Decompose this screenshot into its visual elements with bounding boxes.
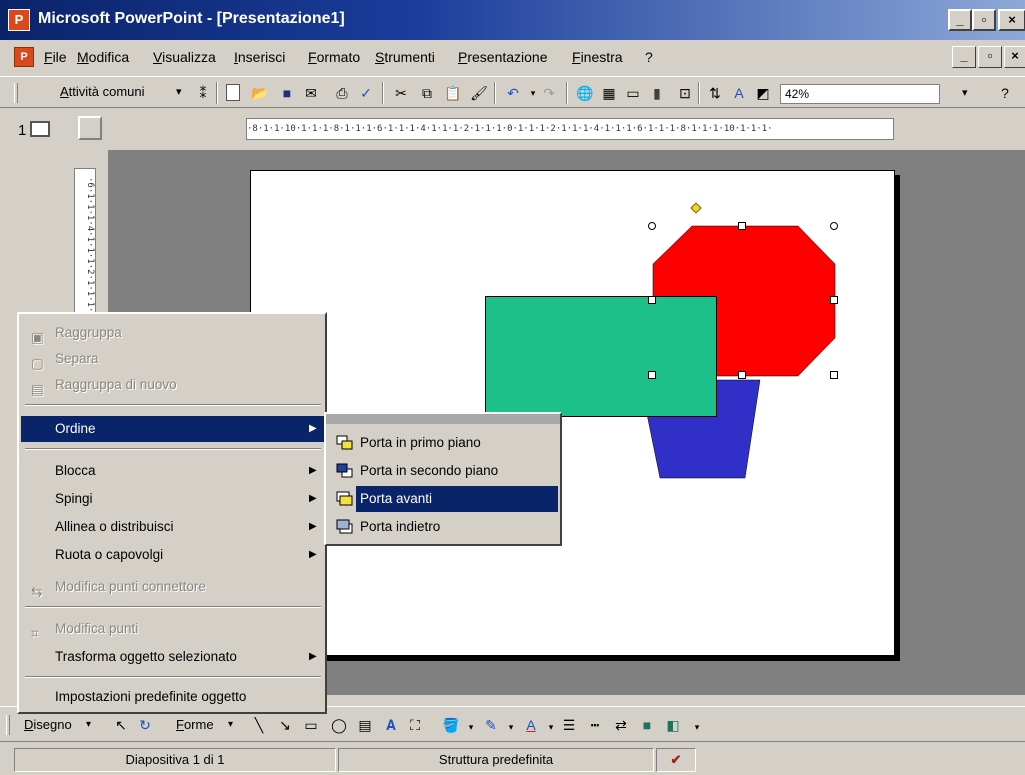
selection-handle[interactable] (648, 222, 656, 230)
menu-item-blocca[interactable]: Blocca ▶ (23, 458, 323, 484)
select-objects-icon[interactable]: ↖ (112, 716, 130, 734)
send-to-back-icon (336, 463, 353, 478)
menu-item-modifica-punti-connettore: ⇆ Modifica punti connettore (31, 579, 206, 599)
connector-points-icon: ⇆ (31, 584, 43, 599)
ungroup-icon: ▢ (31, 356, 44, 371)
chevron-down-icon: ▾ (86, 719, 92, 730)
selection-handle[interactable] (738, 222, 746, 230)
submenu-arrow-icon: ▶ (309, 651, 317, 662)
selection-handle[interactable] (830, 296, 838, 304)
menu-item-modifica-punti: ⌗ Modifica punti (31, 621, 139, 641)
shadow-icon[interactable]: ■ (638, 716, 656, 734)
highlight-bar: Porta avanti (356, 486, 558, 512)
arrow-style-icon[interactable]: ⇄ (612, 716, 630, 734)
submenu-arrow-icon: ▶ (309, 549, 317, 560)
fill-color-dropdown-icon[interactable]: ▾ (462, 718, 480, 736)
menu-item-trasforma[interactable]: Trasforma oggetto selezionato ▶ (23, 644, 323, 670)
more-buttons-icon[interactable]: ▾ (688, 718, 706, 736)
textbox-icon[interactable]: ▤ (356, 716, 374, 734)
selection-handle[interactable] (738, 371, 746, 379)
arrow-icon[interactable]: ↘ (276, 716, 294, 734)
chevron-down-icon: ▾ (228, 719, 234, 730)
send-backward-icon (336, 519, 353, 534)
submenu-arrow-icon: ▶ (309, 521, 317, 532)
menu-item-spingi[interactable]: Spingi ▶ (23, 486, 323, 512)
font-color-dropdown-icon[interactable]: ▾ (542, 718, 560, 736)
menu-separator (25, 676, 321, 678)
menu-item-impostazioni-predefinite[interactable]: Impostazioni predefinite oggetto (23, 684, 323, 710)
font-color-icon[interactable]: A (522, 716, 540, 734)
wordart-icon[interactable]: 𝐀 (382, 716, 400, 734)
menu-item-porta-indietro[interactable]: Porta indietro (330, 514, 558, 540)
design-template-name: Struttura predefinita (338, 748, 654, 772)
powerpoint-window: P Microsoft PowerPoint - [Presentazione1… (0, 0, 1025, 775)
line-icon[interactable]: ╲ (250, 716, 268, 734)
edit-points-icon: ⌗ (31, 626, 39, 641)
dash-style-icon[interactable]: ┅ (586, 716, 604, 734)
menu-item-porta-in-primo-piano[interactable]: Porta in primo piano (330, 430, 558, 456)
submenu-titlebar (326, 414, 560, 424)
selection-handle[interactable] (830, 222, 838, 230)
oval-icon[interactable]: ◯ (330, 716, 348, 734)
ordine-submenu: Porta in primo piano Porta in secondo pi… (324, 412, 562, 546)
free-rotate-icon[interactable]: ↻ (136, 716, 154, 734)
autoshapes-menu-button[interactable]: Forme (176, 717, 214, 732)
line-style-icon[interactable]: ☰ (560, 716, 578, 734)
line-color-icon[interactable]: ✎ (482, 716, 500, 734)
menu-item-ordine[interactable]: Ordine ▶ (21, 416, 325, 442)
menu-item-separa: ▢ Separa (31, 351, 99, 371)
menu-item-allinea[interactable]: Allinea o distribuisci ▶ (23, 514, 323, 540)
menu-separator (25, 404, 321, 406)
menu-item-porta-avanti[interactable]: Porta avanti (330, 486, 558, 512)
submenu-arrow-icon: ▶ (309, 423, 317, 434)
menu-separator (25, 606, 321, 608)
menu-separator (25, 448, 321, 450)
rectangle-icon[interactable]: ▭ (302, 716, 320, 734)
regroup-icon: ▤ (31, 382, 44, 397)
toolbar-grip[interactable] (6, 715, 10, 735)
selection-handle[interactable] (830, 371, 838, 379)
spelling-status-icon[interactable]: ✔ (656, 748, 696, 772)
menu-item-porta-in-secondo-piano[interactable]: Porta in secondo piano (330, 458, 558, 484)
draw-menu-button[interactable]: Disegno (24, 717, 72, 732)
clipart-icon[interactable]: ⛶ (406, 716, 424, 734)
fill-color-icon[interactable]: 🪣 (442, 716, 460, 734)
bring-to-front-icon (336, 435, 353, 450)
menu-item-ruota[interactable]: Ruota o capovolgi ▶ (23, 542, 323, 568)
rectangle-shape[interactable] (485, 296, 717, 417)
selection-handle[interactable] (648, 371, 656, 379)
line-color-dropdown-icon[interactable]: ▾ (502, 718, 520, 736)
context-menu: ▣ Raggruppa ▢ Separa ▤ Raggruppa di nuovo O… (17, 312, 327, 714)
group-icon: ▣ (31, 330, 44, 345)
menu-item-raggruppa-di-nuovo: ▤ Raggruppa di nuovo (31, 377, 177, 397)
menu-item-raggruppa: ▣ Raggruppa (31, 325, 122, 345)
status-bar: Diapositiva 1 di 1 Struttura predefinita… (0, 744, 1025, 775)
slide-info: Diapositiva 1 di 1 (14, 748, 336, 772)
3d-icon[interactable]: ◧ (664, 716, 682, 734)
selection-handle[interactable] (648, 296, 656, 304)
submenu-arrow-icon: ▶ (309, 493, 317, 504)
bring-forward-icon (336, 491, 353, 506)
submenu-arrow-icon: ▶ (309, 465, 317, 476)
